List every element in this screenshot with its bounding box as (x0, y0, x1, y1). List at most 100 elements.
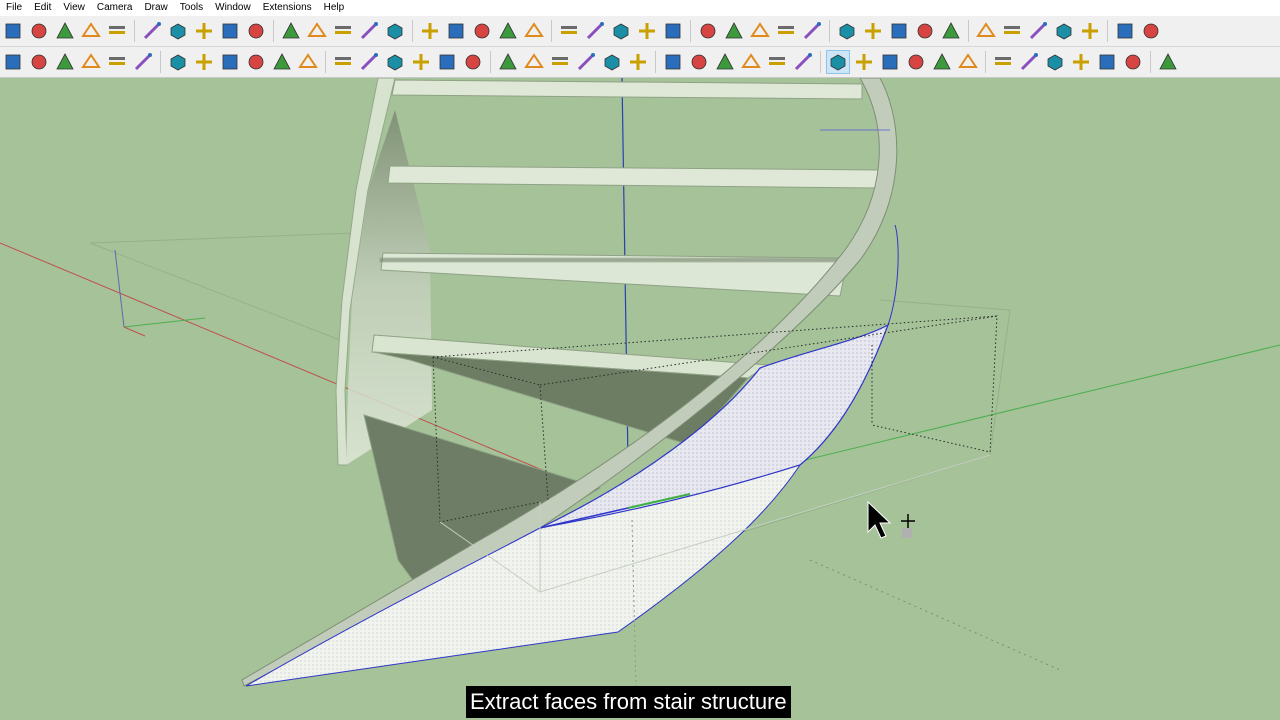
component-green-icon[interactable] (801, 20, 823, 42)
flag-outline-icon[interactable] (167, 51, 189, 73)
red-axes-icon[interactable] (1114, 20, 1136, 42)
3d-viewport[interactable] (0, 78, 1280, 720)
select-arrow-icon[interactable] (2, 20, 24, 42)
brick-face-icon[interactable] (792, 51, 814, 73)
blue-axes-icon[interactable] (1140, 20, 1162, 42)
distribute-1-icon[interactable] (167, 20, 189, 42)
pin-vertex-icon[interactable] (558, 20, 580, 42)
menu-view[interactable]: View (57, 0, 91, 16)
round-cube-icon[interactable] (992, 51, 1014, 73)
leaf-shape-icon[interactable] (297, 51, 319, 73)
join-grid-icon[interactable] (636, 20, 658, 42)
tube-orange-icon[interactable] (523, 51, 545, 73)
solid-cube-icon[interactable] (957, 51, 979, 73)
curve-3-icon[interactable] (1053, 20, 1075, 42)
toolbar-row-2 (0, 47, 1280, 78)
section-plane-icon[interactable] (245, 20, 267, 42)
cone-yellow-icon[interactable] (549, 51, 571, 73)
menu-file[interactable]: File (0, 0, 28, 16)
curve-draw-icon[interactable] (497, 51, 519, 73)
color-wheel-icon[interactable] (1018, 51, 1040, 73)
distribute-2-icon[interactable] (193, 20, 215, 42)
polygon-tool-icon[interactable] (688, 51, 710, 73)
trim-cross-icon[interactable] (697, 20, 719, 42)
torus-icon[interactable] (410, 51, 432, 73)
select-flip-icon[interactable] (523, 20, 545, 42)
grid-cross-icon[interactable] (384, 20, 406, 42)
stamp-helmet-icon[interactable] (471, 20, 493, 42)
select-edges-icon[interactable] (905, 51, 927, 73)
blue-face-icon[interactable] (28, 51, 50, 73)
spiral-tool-icon[interactable] (601, 51, 623, 73)
move-red-icon[interactable] (914, 20, 936, 42)
menu-tools[interactable]: Tools (174, 0, 209, 16)
section-cut-icon[interactable] (280, 20, 302, 42)
pink-eraser-icon[interactable] (662, 51, 684, 73)
menu-camera[interactable]: Camera (91, 0, 139, 16)
menu-edit[interactable]: Edit (28, 0, 57, 16)
red-cross-icon[interactable] (193, 51, 215, 73)
align-stack-2-icon[interactable] (106, 20, 128, 42)
axis-blue-icon[interactable] (862, 20, 884, 42)
trim-pipe-icon[interactable] (662, 20, 684, 42)
red-face-icon[interactable] (80, 51, 102, 73)
orange-box-icon[interactable] (271, 51, 293, 73)
red-sphere-icon[interactable] (740, 51, 762, 73)
line-blue-icon[interactable] (940, 20, 962, 42)
terrain-mesh-icon[interactable] (419, 20, 441, 42)
grid-select-icon[interactable] (332, 20, 354, 42)
grid-table-icon[interactable] (358, 20, 380, 42)
align-stack-1-icon[interactable] (80, 20, 102, 42)
blue-cross-icon[interactable] (245, 51, 267, 73)
brush-red-icon[interactable] (1157, 51, 1179, 73)
move-blue-icon[interactable] (888, 20, 910, 42)
terrain-drape-icon[interactable] (445, 20, 467, 42)
make-component-icon[interactable] (28, 20, 50, 42)
gray-face-icon[interactable] (54, 51, 76, 73)
component-gray-icon[interactable] (836, 20, 858, 42)
pen-draw-icon[interactable] (749, 20, 771, 42)
checker-pattern-icon[interactable] (497, 20, 519, 42)
texture-paint-icon[interactable] (775, 20, 797, 42)
dice-3-icon[interactable] (1122, 51, 1144, 73)
toolbar-separator (968, 20, 969, 42)
box-open-icon[interactable] (358, 51, 380, 73)
curve-1-icon[interactable] (1001, 20, 1023, 42)
section-fill-icon[interactable] (306, 20, 328, 42)
dice-2-icon[interactable] (1096, 51, 1118, 73)
blue-helmet-icon[interactable] (879, 51, 901, 73)
drop-blue-icon[interactable] (575, 51, 597, 73)
toolbar-separator (820, 51, 821, 73)
curve-pink-icon[interactable] (1044, 51, 1066, 73)
rotate-axes-icon[interactable] (584, 20, 606, 42)
pencil-red-icon[interactable] (332, 51, 354, 73)
orange-spiral-icon[interactable] (132, 51, 154, 73)
red-ring-tool-icon[interactable] (627, 51, 649, 73)
star-burst-icon[interactable] (931, 51, 953, 73)
red-shape-icon[interactable] (1079, 20, 1101, 42)
distribute-3-icon[interactable] (219, 20, 241, 42)
menu-window[interactable]: Window (209, 0, 257, 16)
menu-help[interactable]: Help (318, 0, 351, 16)
dice-1-icon[interactable] (1070, 51, 1092, 73)
glow-cube-icon[interactable] (826, 50, 850, 74)
erase-component-icon[interactable] (54, 20, 76, 42)
torus-2-icon[interactable] (436, 51, 458, 73)
x-shape-icon[interactable] (975, 20, 997, 42)
gray-shape-icon[interactable] (766, 51, 788, 73)
menu-draw[interactable]: Draw (138, 0, 173, 16)
orange-ring-icon[interactable] (106, 51, 128, 73)
cylinder-vertical-icon[interactable] (853, 51, 875, 73)
green-sphere-icon[interactable] (714, 51, 736, 73)
align-stack-3-icon[interactable] (141, 20, 163, 42)
curve-2-icon[interactable] (1027, 20, 1049, 42)
blue-cube-icon[interactable] (2, 51, 24, 73)
split-grid-icon[interactable] (610, 20, 632, 42)
green-cross-icon[interactable] (219, 51, 241, 73)
cylinder-icon[interactable] (384, 51, 406, 73)
toolbar-separator (829, 20, 830, 42)
menu-extensions[interactable]: Extensions (257, 0, 318, 16)
viewport-scene[interactable] (0, 78, 1280, 720)
slab-icon[interactable] (462, 51, 484, 73)
trim-window-icon[interactable] (723, 20, 745, 42)
